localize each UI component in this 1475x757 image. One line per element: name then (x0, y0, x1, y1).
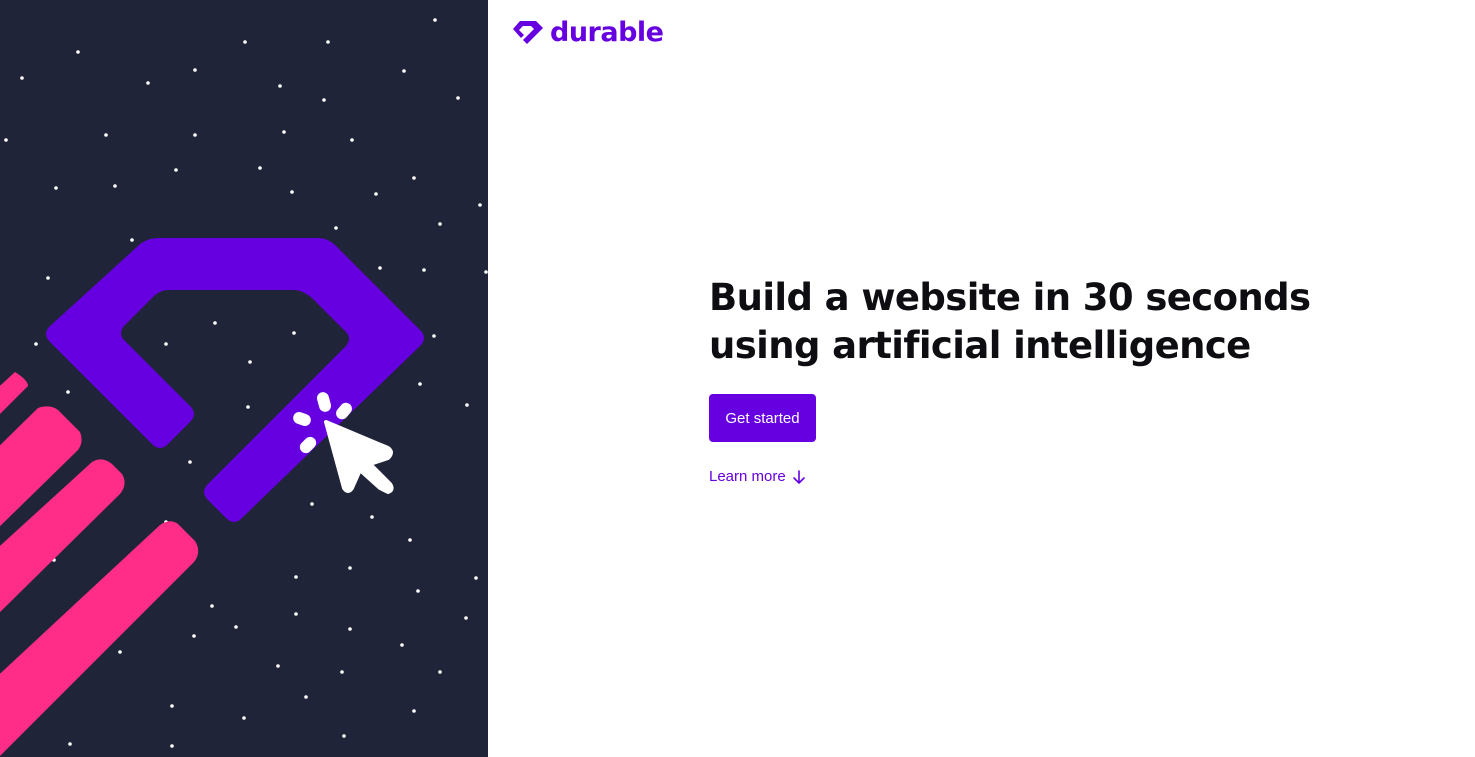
star-dot (478, 203, 482, 207)
star-dot (276, 664, 280, 668)
star-dot (54, 186, 58, 190)
star-dot (66, 390, 70, 394)
diamond-logo-icon (513, 21, 543, 44)
star-dot (234, 625, 238, 629)
star-dot (68, 742, 72, 746)
star-dot (292, 331, 296, 335)
star-dot (104, 133, 108, 137)
star-dot (243, 40, 247, 44)
star-dot (348, 566, 352, 570)
star-dot (294, 575, 298, 579)
star-dot (348, 627, 352, 631)
star-dot (456, 96, 460, 100)
learn-more-label: Learn more (709, 468, 786, 485)
star-dot (340, 670, 344, 674)
star-dot (433, 18, 437, 22)
star-dot (408, 538, 412, 542)
star-dot (213, 321, 217, 325)
learn-more-link[interactable]: Learn more (709, 468, 806, 485)
star-dot (170, 704, 174, 708)
star-dot (322, 98, 326, 102)
star-dot (402, 69, 406, 73)
star-dot (4, 138, 8, 142)
star-dot (342, 734, 346, 738)
star-dot (146, 81, 150, 85)
hero-headline: Build a website in 30 seconds using arti… (709, 274, 1349, 370)
star-dot (412, 176, 416, 180)
star-dot (326, 40, 330, 44)
star-dot (164, 342, 168, 346)
star-dot (192, 634, 196, 638)
main-content: durable Build a website in 30 seconds us… (488, 0, 1475, 757)
star-dot (465, 403, 469, 407)
star-dot (113, 184, 117, 188)
star-dot (310, 502, 314, 506)
brand-name: durable (550, 17, 664, 48)
arrow-down-icon (792, 469, 805, 484)
star-dot (34, 342, 38, 346)
star-dot (130, 238, 134, 242)
star-dot (438, 222, 442, 226)
headline-line-1: Build a website in 30 seconds (709, 276, 1311, 319)
get-started-button[interactable]: Get started (709, 394, 816, 442)
star-dot (412, 709, 416, 713)
star-dot (193, 133, 197, 137)
star-dot (370, 515, 374, 519)
star-dot (193, 68, 197, 72)
star-dot (400, 643, 404, 647)
brand-logo[interactable]: durable (512, 17, 664, 48)
star-dot (350, 138, 354, 142)
star-dot (76, 50, 80, 54)
star-dot (304, 695, 308, 699)
star-dot (374, 192, 378, 196)
star-dot (378, 266, 382, 270)
star-dot (174, 168, 178, 172)
star-dot (438, 670, 442, 674)
star-dot (464, 616, 468, 620)
star-dot (118, 650, 122, 654)
star-dot (416, 589, 420, 593)
star-dot (278, 84, 282, 88)
star-dot (210, 604, 214, 608)
star-dot (46, 276, 50, 280)
star-dot (418, 382, 422, 386)
star-dot (20, 76, 24, 80)
headline-line-2: using artificial intelligence (709, 324, 1251, 367)
hero-illustration (0, 18, 488, 756)
star-dot (282, 130, 286, 134)
star-dot (294, 612, 298, 616)
star-dot (334, 226, 338, 230)
star-dot (432, 334, 436, 338)
star-dot (242, 716, 246, 720)
star-dot (248, 360, 252, 364)
hero-illustration-panel (0, 0, 488, 757)
star-dot (474, 576, 478, 580)
star-dot (422, 268, 426, 272)
star-dot (188, 460, 192, 464)
star-dot (258, 166, 262, 170)
star-dot (170, 744, 174, 748)
star-dot (290, 190, 294, 194)
star-dot (246, 405, 250, 409)
